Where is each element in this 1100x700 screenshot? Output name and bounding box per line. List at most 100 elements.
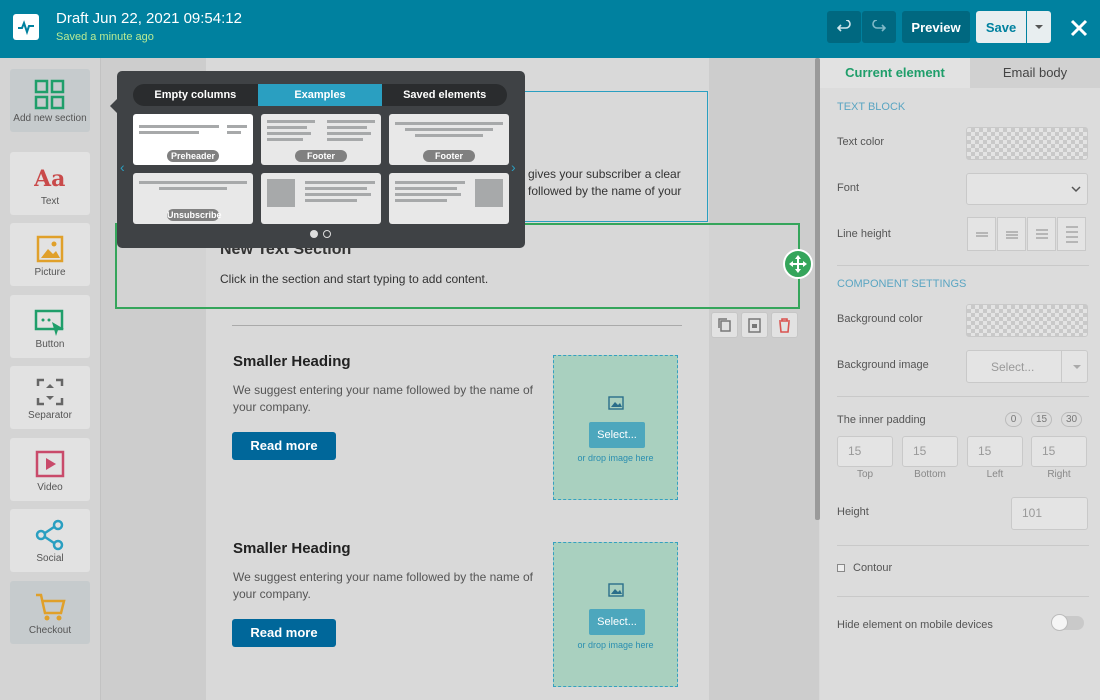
section-body[interactable]: Click in the section and start typing to… bbox=[220, 272, 488, 286]
hide-mobile-toggle[interactable] bbox=[1051, 614, 1084, 631]
line-height-option[interactable] bbox=[1027, 217, 1056, 251]
contour-checkbox[interactable] bbox=[837, 564, 845, 572]
line-height-option[interactable] bbox=[967, 217, 996, 251]
template-thumb-unsubscribe[interactable]: Unsubscribe bbox=[133, 173, 253, 224]
padding-right-input[interactable]: 15 bbox=[1031, 436, 1087, 467]
bg-color-picker[interactable] bbox=[966, 304, 1088, 337]
padding-label: Left bbox=[986, 469, 1004, 480]
sidebar-item-add-section[interactable]: Add new section bbox=[10, 69, 90, 132]
line-height-label: Line height bbox=[837, 228, 891, 240]
read-more-button[interactable]: Read more bbox=[232, 619, 336, 647]
redo-button[interactable] bbox=[862, 11, 896, 43]
popup-tabs: Empty columns Examples Saved elements bbox=[133, 84, 507, 106]
sidebar-item-separator[interactable]: Separator bbox=[10, 366, 90, 429]
sidebar-item-social[interactable]: Social bbox=[10, 509, 90, 572]
image-dropzone[interactable]: Select... or drop image here bbox=[553, 355, 678, 500]
divider bbox=[837, 545, 1089, 546]
tab-saved-elements[interactable]: Saved elements bbox=[382, 84, 507, 106]
template-thumb-footer[interactable]: Footer bbox=[261, 114, 381, 165]
padding-left-input[interactable]: 15 bbox=[967, 436, 1023, 467]
page-dot-active[interactable] bbox=[310, 230, 318, 238]
contour-label: Contour bbox=[853, 562, 893, 574]
padding-top-input[interactable]: 15 bbox=[837, 436, 893, 467]
padding-preset-chip[interactable]: 15 bbox=[1031, 412, 1052, 427]
height-label: Height bbox=[837, 506, 869, 518]
sidebar-item-label: Checkout bbox=[28, 625, 72, 636]
padding-bottom-input[interactable]: 15 bbox=[902, 436, 958, 467]
padding-preset-chip[interactable]: 0 bbox=[1005, 412, 1022, 427]
template-thumb-text-image[interactable] bbox=[389, 173, 509, 224]
template-thumb-preheader[interactable]: Preheader bbox=[133, 114, 253, 165]
template-thumb-image-text[interactable] bbox=[261, 173, 381, 224]
inner-padding-label: The inner padding bbox=[837, 414, 926, 426]
tab-examples[interactable]: Examples bbox=[257, 84, 383, 106]
preview-button[interactable]: Preview bbox=[902, 11, 970, 43]
tab-empty-columns[interactable]: Empty columns bbox=[133, 84, 258, 106]
duplicate-button[interactable] bbox=[711, 312, 738, 338]
copy-icon bbox=[718, 318, 731, 332]
sidebar-item-checkout[interactable]: Checkout bbox=[10, 581, 90, 644]
section-heading: COMPONENT SETTINGS bbox=[837, 278, 967, 290]
drop-hint: or drop image here bbox=[577, 453, 654, 463]
svg-text:Aa: Aa bbox=[34, 166, 65, 192]
tab-current-element[interactable]: Current element bbox=[820, 58, 970, 88]
sidebar-item-label: Add new section bbox=[13, 113, 87, 124]
page-dot[interactable] bbox=[323, 230, 331, 238]
tab-email-body[interactable]: Email body bbox=[970, 58, 1100, 88]
card-text[interactable]: We suggest entering your name followed b… bbox=[233, 382, 533, 416]
move-icon bbox=[789, 255, 807, 273]
bg-color-label: Background color bbox=[837, 313, 923, 325]
bg-image-value: Select... bbox=[991, 360, 1035, 374]
draft-title: Draft Jun 22, 2021 09:54:12 bbox=[56, 10, 242, 27]
divider bbox=[837, 596, 1089, 597]
text-color-picker[interactable] bbox=[966, 127, 1088, 160]
save-dropdown-button[interactable] bbox=[1027, 11, 1051, 43]
text-line: followed by the name of your bbox=[528, 184, 682, 198]
select-image-button[interactable]: Select... bbox=[589, 609, 645, 635]
prev-arrow-icon[interactable]: ‹ bbox=[120, 159, 125, 175]
move-handle[interactable] bbox=[783, 249, 813, 279]
select-image-button[interactable]: Select... bbox=[589, 422, 645, 448]
font-select[interactable] bbox=[966, 173, 1088, 205]
share-icon bbox=[35, 519, 64, 551]
padding-label: Right bbox=[1047, 469, 1071, 480]
height-input[interactable]: 101 bbox=[1011, 497, 1088, 530]
hovered-block-outline bbox=[520, 91, 708, 222]
grid-icon bbox=[34, 79, 65, 110]
line-height-icon bbox=[976, 232, 988, 237]
read-more-button[interactable]: Read more bbox=[232, 432, 336, 460]
picture-icon bbox=[36, 235, 64, 263]
save-status: Saved a minute ago bbox=[56, 31, 154, 43]
undo-icon bbox=[837, 20, 851, 32]
bg-image-select[interactable]: Select... bbox=[966, 350, 1088, 383]
save-button[interactable]: Save bbox=[976, 11, 1026, 43]
padding-preset-chip[interactable]: 30 bbox=[1061, 412, 1082, 427]
card-heading[interactable]: Smaller Heading bbox=[233, 540, 351, 557]
template-thumb-footer[interactable]: Footer bbox=[389, 114, 509, 165]
sidebar-item-text[interactable]: Aa Text bbox=[10, 152, 90, 215]
delete-button[interactable] bbox=[771, 312, 798, 338]
card-heading[interactable]: Smaller Heading bbox=[233, 353, 351, 370]
image-dropzone[interactable]: Select... or drop image here bbox=[553, 542, 678, 687]
video-icon bbox=[35, 450, 65, 478]
divider bbox=[837, 396, 1089, 397]
image-icon bbox=[608, 396, 624, 410]
line-height-option[interactable] bbox=[997, 217, 1026, 251]
sidebar-item-button[interactable]: Button bbox=[10, 295, 90, 358]
sidebar-item-video[interactable]: Video bbox=[10, 438, 90, 501]
sidebar-item-picture[interactable]: Picture bbox=[10, 223, 90, 286]
button-icon bbox=[34, 309, 64, 336]
sidebar-item-label: Button bbox=[35, 339, 65, 350]
separator-icon bbox=[36, 378, 64, 406]
divider bbox=[837, 265, 1089, 266]
close-button[interactable] bbox=[1066, 15, 1092, 41]
card-text[interactable]: We suggest entering your name followed b… bbox=[233, 569, 533, 603]
thumb-label: Footer bbox=[295, 150, 347, 162]
next-arrow-icon[interactable]: › bbox=[511, 159, 516, 175]
redo-icon bbox=[872, 20, 886, 32]
line-height-option[interactable] bbox=[1057, 217, 1086, 251]
close-icon bbox=[1070, 19, 1088, 37]
undo-button[interactable] bbox=[827, 11, 861, 43]
save-element-button[interactable] bbox=[741, 312, 768, 338]
chevron-down-icon bbox=[1035, 24, 1043, 29]
